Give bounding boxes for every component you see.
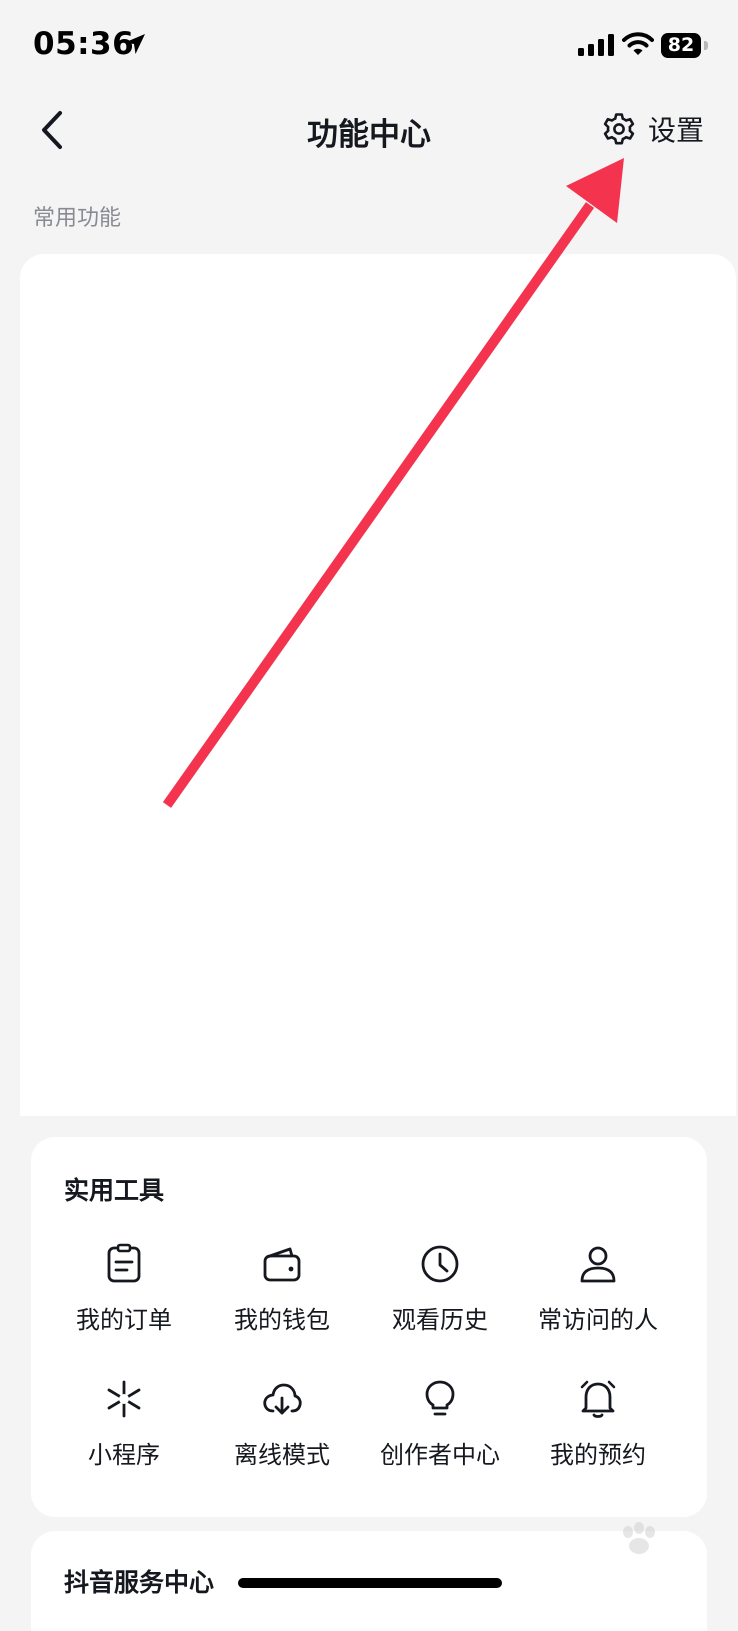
battery-indicator: 82 — [661, 33, 709, 58]
common-functions-card — [20, 254, 736, 1116]
battery-level: 82 — [667, 34, 695, 56]
tool-label: 常访问的人 — [538, 1306, 658, 1334]
tool-label: 创作者中心 — [380, 1441, 500, 1469]
annotation-arrow-head — [566, 158, 624, 223]
person-icon — [580, 1246, 616, 1283]
baidu-watermark — [566, 1518, 716, 1578]
tool-watch-history[interactable]: 观看历史 — [360, 1243, 520, 1343]
tool-frequent-people[interactable]: 常访问的人 — [518, 1243, 678, 1343]
tool-mini-program[interactable]: 小程序 — [44, 1378, 204, 1478]
tool-label: 我的订单 — [76, 1306, 172, 1334]
wallet-icon — [263, 1247, 301, 1282]
baidu-paw-logo-icon — [623, 1522, 655, 1554]
tool-my-orders[interactable]: 我的订单 — [44, 1243, 204, 1343]
top-nav-bar: 功能中心 设置 — [0, 95, 738, 165]
common-functions-label: 常用功能 — [33, 206, 122, 231]
home-indicator — [238, 1578, 502, 1588]
tool-label: 我的预约 — [550, 1441, 646, 1469]
tool-label: 观看历史 — [392, 1306, 488, 1334]
tool-label: 我的钱包 — [234, 1306, 330, 1334]
bell-icon — [580, 1380, 616, 1418]
tool-label: 小程序 — [88, 1441, 160, 1469]
order-icon — [107, 1243, 141, 1283]
tool-my-reservations[interactable]: 我的预约 — [518, 1378, 678, 1478]
lightbulb-icon — [425, 1380, 455, 1416]
status-bar: 05:36 82 — [0, 0, 738, 90]
settings-button[interactable]: 设置 — [602, 109, 704, 149]
settings-label: 设置 — [648, 114, 705, 147]
location-arrow-icon — [125, 34, 145, 54]
cloud-download-icon — [263, 1383, 302, 1415]
tools-card: 实用工具 我的订单 我的钱包 观看历史 常访问的人 小程序 离线模式 创作者中心… — [31, 1137, 707, 1517]
gear-icon — [603, 113, 635, 145]
wifi-icon — [622, 32, 654, 55]
tools-title: 实用工具 — [64, 1176, 165, 1205]
clock-icon — [421, 1245, 459, 1283]
service-center-title: 抖音服务中心 — [64, 1568, 215, 1597]
cellular-signal-icon — [578, 34, 614, 56]
tool-my-wallet[interactable]: 我的钱包 — [202, 1243, 362, 1343]
tool-creator-center[interactable]: 创作者中心 — [360, 1378, 520, 1478]
tool-label: 离线模式 — [234, 1441, 330, 1469]
status-time: 05:36 — [33, 26, 135, 62]
tool-offline-mode[interactable]: 离线模式 — [202, 1378, 362, 1478]
mini-program-icon — [107, 1380, 141, 1418]
